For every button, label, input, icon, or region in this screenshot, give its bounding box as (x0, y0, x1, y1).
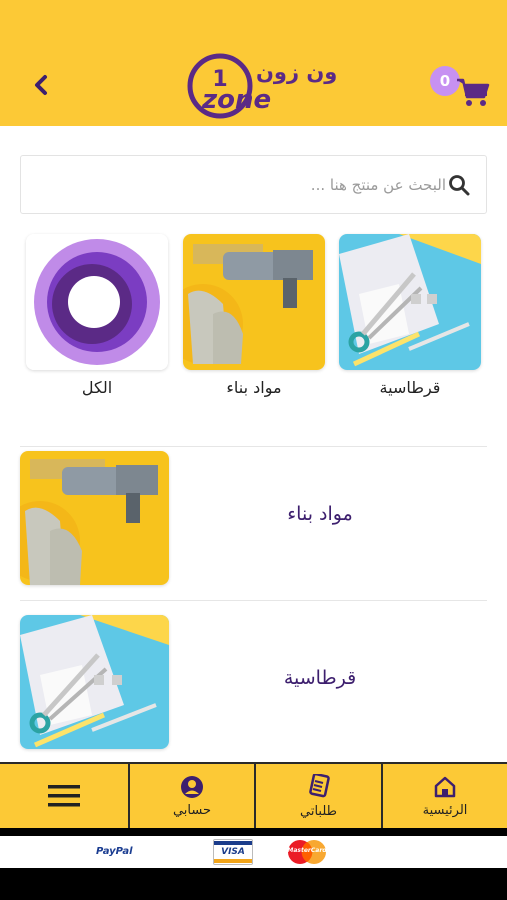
mastercard-logo: MasterCard (286, 839, 328, 865)
payment-methods: PayPal VISA MasterCard (0, 836, 507, 868)
hamburger-icon (48, 785, 80, 807)
nav-label: طلباتي (300, 803, 337, 819)
system-bar (0, 868, 507, 900)
nav-account[interactable]: حسابي (128, 764, 254, 828)
visa-text: VISA (221, 847, 245, 857)
app-screen: 1 zone ون زون 0 البحث عن منتج هنا ... قر… (0, 0, 507, 900)
cart-button[interactable]: 0 (430, 66, 492, 112)
paypal-logo: PayPal (96, 846, 133, 857)
logo-word: zone (201, 85, 271, 115)
category-label: الكل (81, 378, 113, 397)
menu-button[interactable] (0, 764, 128, 828)
category-label: مواد بناء (226, 378, 282, 397)
nav-label: حسابي (172, 802, 212, 818)
category-stationery[interactable]: قرطاسية (339, 234, 481, 404)
stationery-photo (20, 615, 169, 749)
mastercard-text: MasterCard (287, 847, 327, 854)
divider (20, 600, 487, 601)
user-icon (181, 775, 203, 798)
list-item-label: مواد بناء (287, 503, 353, 525)
back-button[interactable] (26, 70, 56, 100)
nav-label: الرئيسية (422, 802, 468, 818)
search-input[interactable] (31, 156, 446, 213)
home-icon (434, 776, 456, 797)
all-ring-icon (26, 234, 168, 370)
list-item[interactable]: قرطاسية (20, 615, 487, 749)
nav-home[interactable]: الرئيسية (381, 764, 507, 828)
search-icon[interactable] (448, 174, 470, 196)
nav-orders[interactable]: طلباتي (254, 764, 381, 828)
logo-arabic-text: ون زون (256, 60, 338, 84)
construction-tools-photo (20, 451, 169, 585)
list-item[interactable]: مواد بناء (20, 451, 487, 585)
category-construction[interactable]: مواد بناء (183, 234, 325, 404)
category-all[interactable]: الكل (26, 234, 168, 404)
construction-tools-photo (183, 234, 325, 370)
divider (20, 446, 487, 447)
list-item-label: قرطاسية (283, 667, 357, 689)
receipt-icon (308, 773, 330, 797)
shopping-cart-icon (457, 78, 490, 106)
search-bar (20, 155, 487, 214)
visa-logo: VISA (213, 839, 253, 865)
bottom-navigation: حسابي طلباتي الرئيسية (0, 762, 507, 828)
separator-bar (0, 828, 507, 836)
chevron-left-icon (35, 75, 47, 95)
app-header: 1 zone ون زون 0 (0, 0, 507, 126)
category-label: قرطاسية (379, 378, 441, 397)
stationery-photo (339, 234, 481, 370)
